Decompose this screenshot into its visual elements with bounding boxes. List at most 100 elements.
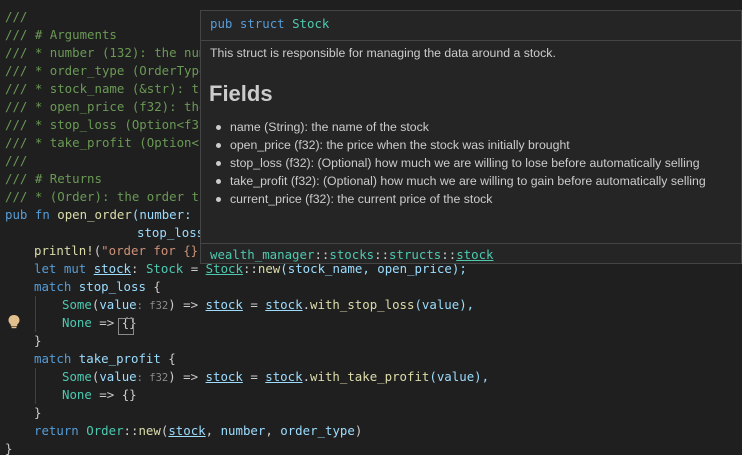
code-line: /// * order_type (OrderType — [5, 63, 207, 78]
params: (number: i — [131, 207, 207, 222]
keyword: match — [34, 351, 72, 366]
keyword: struct — [239, 16, 285, 31]
divider — [201, 40, 741, 41]
punct: = — [242, 369, 266, 384]
method-call[interactable]: with_take_profit — [310, 369, 429, 384]
punct: : — [131, 261, 146, 276]
keyword: match — [34, 279, 72, 294]
field-item: take_profit (f32): (Optional) how much w… — [211, 172, 711, 190]
struct-name: Stock — [292, 16, 330, 31]
code-line: /// * open_price (f32): the — [5, 99, 207, 114]
punct: :: — [123, 423, 139, 438]
match-arm-line: Some(value: f32) => stock = stock.with_s… — [62, 296, 474, 314]
match-arm-line: Some(value: f32) => stock = stock.with_t… — [62, 368, 489, 386]
code-line: /// * take_profit (Option<f — [5, 135, 207, 150]
punct: , — [265, 423, 281, 438]
match-arm-line: None => {} — [62, 386, 137, 404]
type-stock[interactable]: Stock — [146, 261, 183, 276]
punct: . — [302, 297, 311, 312]
variable[interactable]: number — [221, 423, 266, 438]
fields-list: name (String): the name of the stock ope… — [211, 118, 711, 208]
variable[interactable]: stop_loss — [79, 279, 146, 294]
path-segment[interactable]: stock — [456, 247, 493, 262]
inlay-type-hint: : f32 — [136, 372, 169, 384]
signature-continuation-line: stop_loss — [137, 225, 205, 240]
code-line: /// # Returns — [5, 171, 102, 186]
keyword: fn — [34, 207, 50, 222]
code-line: /// — [5, 153, 28, 168]
variant: Some — [62, 297, 92, 312]
paren: ) — [354, 423, 363, 438]
indent-guide — [35, 368, 36, 404]
keyword: mut — [63, 261, 87, 276]
variable[interactable]: order_type — [280, 423, 355, 438]
variant: None — [62, 315, 92, 330]
bracket-match-highlight — [118, 318, 134, 335]
module-path[interactable]: wealth_manager::stocks::structs::stock — [210, 247, 494, 262]
variant: None — [62, 387, 92, 402]
variable[interactable]: take_profit — [79, 351, 161, 366]
code-line: /// * number (132): the num — [5, 45, 207, 60]
lightbulb-icon[interactable] — [7, 314, 21, 330]
match-line: match stop_loss { — [34, 278, 161, 296]
hover-popup[interactable]: pub struct Stock This struct is responsi… — [200, 10, 742, 264]
keyword: let — [34, 261, 57, 276]
variable: value — [99, 369, 137, 384]
indent-guide — [35, 296, 36, 332]
code-line: /// # Arguments — [5, 27, 117, 42]
args: (value), — [414, 297, 475, 312]
punct: . — [302, 369, 311, 384]
closing-brace: } — [34, 405, 42, 420]
variable-stock[interactable]: stock — [206, 297, 243, 312]
path-segment[interactable]: wealth_manager — [210, 247, 314, 262]
arrow: => — [175, 369, 206, 384]
code-line: /// * stock_name (&str): th — [5, 81, 207, 96]
variable-stock[interactable]: stock — [265, 297, 302, 312]
code-line: /// — [5, 9, 28, 24]
code-line: /// * (Order): the order th — [5, 189, 207, 204]
divider — [201, 243, 741, 244]
inlay-type-hint: : f32 — [136, 300, 169, 312]
hover-signature: pub struct Stock — [210, 16, 329, 31]
variable-stock[interactable]: stock — [206, 369, 243, 384]
punct: { — [145, 279, 161, 294]
punct: { — [160, 351, 176, 366]
path-segment[interactable]: stocks — [329, 247, 374, 262]
path-separator: :: — [441, 247, 457, 262]
code-line: /// * stop_loss (Option<f32 — [5, 117, 207, 132]
path-separator: :: — [374, 247, 390, 262]
variable-stock[interactable]: stock — [265, 369, 302, 384]
hover-heading: Fields — [209, 81, 273, 106]
path-separator: :: — [314, 247, 330, 262]
hover-description: This struct is responsible for managing … — [210, 46, 556, 60]
type-order[interactable]: Order — [86, 423, 123, 438]
arrow: => — [175, 297, 206, 312]
function-call[interactable]: new — [138, 423, 160, 438]
path-segment[interactable]: structs — [389, 247, 441, 262]
variant: Some — [62, 369, 92, 384]
closing-brace: } — [5, 441, 13, 455]
args: (value), — [429, 369, 490, 384]
variable: value — [99, 297, 137, 312]
match-line: match take_profit { — [34, 350, 176, 368]
function-name[interactable]: open_order — [57, 207, 132, 222]
variable-stock[interactable]: stock — [168, 423, 205, 438]
println-line: println!("order for {} — [34, 242, 206, 260]
arrow: => — [91, 387, 122, 402]
field-item: current_price (f32): the current price o… — [211, 190, 711, 208]
closing-brace: } — [34, 333, 42, 348]
method-call[interactable]: with_stop_loss — [310, 297, 414, 312]
keyword: pub — [5, 207, 28, 222]
paren: ) — [168, 297, 176, 312]
return-line: return Order::new(stock, number, order_t… — [34, 422, 362, 440]
field-item: open_price (f32): the price when the sto… — [211, 136, 711, 154]
field-item: stop_loss (f32): (Optional) how much we … — [211, 154, 711, 172]
paren: ) — [168, 369, 176, 384]
macro-name: println! — [34, 243, 94, 258]
code-editor[interactable]: /// /// # Arguments /// * number (132): … — [0, 0, 742, 455]
keyword: pub — [210, 16, 233, 31]
empty-block: {} — [121, 387, 137, 402]
function-signature-line: pub fn open_order(number: i — [5, 206, 206, 224]
variable-stock[interactable]: stock — [94, 261, 131, 276]
field-item: name (String): the name of the stock — [211, 118, 711, 136]
